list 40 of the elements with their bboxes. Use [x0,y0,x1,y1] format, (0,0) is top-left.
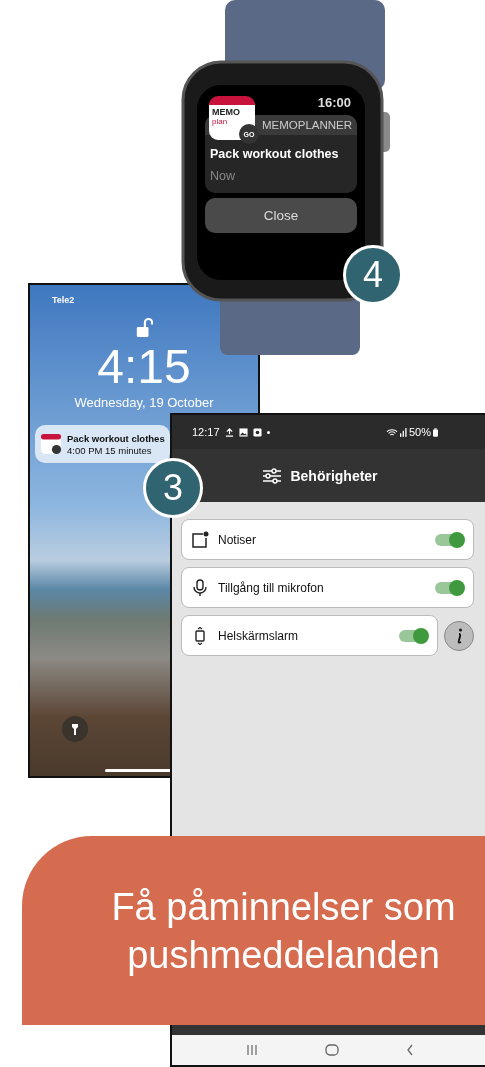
image-icon [238,427,248,437]
icon-text: plan [212,117,229,126]
clock-time: 4:15 [97,341,191,393]
app-icon [40,433,62,455]
date-label: Wednesday, 19 October [74,395,214,410]
info-button[interactable] [444,620,474,651]
notification-icon [191,530,209,549]
recent-apps-icon [245,1044,258,1056]
battery-icon [433,427,438,437]
toggle-switch[interactable] [399,629,427,642]
toggle-switch[interactable] [435,533,463,546]
close-button[interactable]: Close [205,198,357,233]
flashlight-button-icon [62,716,88,742]
upload-icon [224,427,234,437]
wifi-icon [385,427,398,437]
microphone-icon [191,578,209,597]
status-time: 12:17 [192,426,220,438]
notification-title: Pack workout clothes [67,432,165,444]
permission-label: Tillgång till mikrofon [218,580,325,595]
sliders-icon [262,467,283,484]
battery-percentage: 50% [408,426,431,438]
toggle-switch[interactable] [435,581,463,594]
notification-title: Pack workout clothes [209,146,340,161]
carrier-label: Tele2 [52,295,75,305]
banner-heading: Få påminnelser som pushmeddelanden [110,884,457,978]
notification-card[interactable]: Pack workout clothes 4:00 PM 15 minutes [35,425,170,463]
signal-icon [399,427,407,437]
step-number-badge: 4 [343,245,403,305]
permission-label: Notiser [218,532,257,547]
icon-text: MEMO [212,107,241,117]
notification-time: Now [209,168,236,185]
dot-icon [266,430,270,434]
permission-label: Helskärmslarm [218,628,299,643]
back-icon [406,1044,415,1056]
unlocked-padlock-icon [135,317,153,339]
watch-time: 16:00 [317,95,352,112]
home-icon [325,1044,339,1056]
screen-title: Behörigheter [290,467,378,484]
notification-time: 4:00 PM 15 minutes [67,444,153,456]
app-icon [252,427,262,437]
